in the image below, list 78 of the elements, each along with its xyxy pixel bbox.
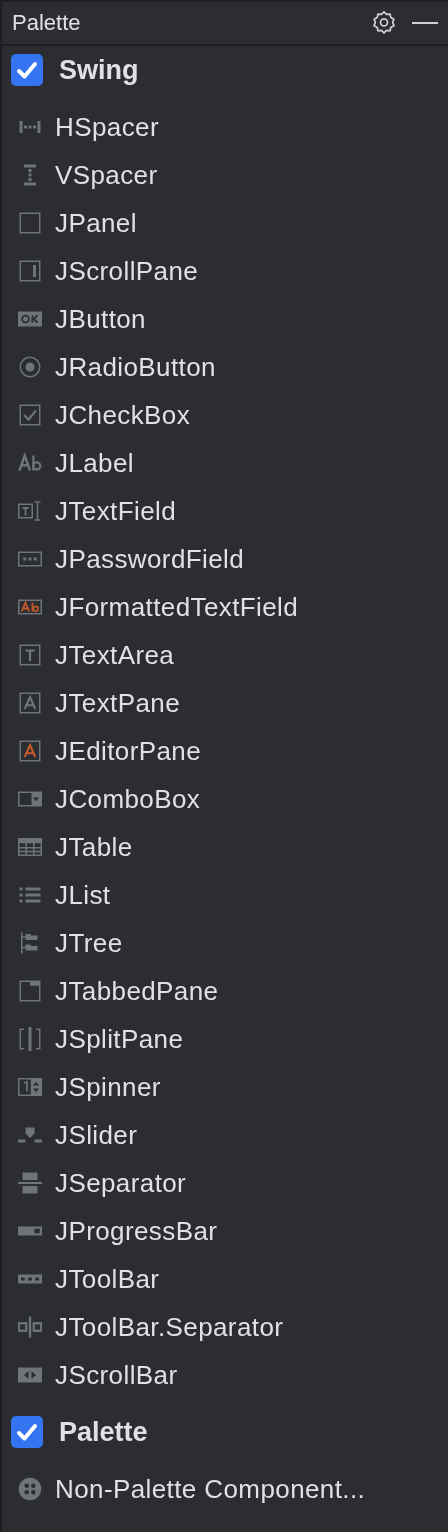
- palette-item[interactable]: JCheckBox: [2, 391, 448, 439]
- group-title[interactable]: Swing: [59, 54, 139, 86]
- palette-item[interactable]: JTextArea: [2, 631, 448, 679]
- item-label: VSpacer: [55, 159, 158, 191]
- item-label: JComboBox: [55, 783, 201, 815]
- palette-item[interactable]: JPasswordField: [2, 535, 448, 583]
- table-icon: [18, 835, 42, 859]
- item-label: JProgressBar: [55, 1215, 218, 1247]
- item-label: JRadioButton: [55, 351, 216, 383]
- item-label: JScrollBar: [55, 1359, 178, 1391]
- group-title[interactable]: Palette: [59, 1416, 148, 1448]
- split-pane-icon: [18, 1027, 42, 1051]
- item-label: JScrollPane: [55, 255, 199, 287]
- item-label: JTable: [55, 831, 133, 863]
- palette-item[interactable]: JScrollPane: [2, 247, 448, 295]
- palette-item[interactable]: JProgressBar: [2, 1207, 448, 1255]
- item-label: Non-Palette Component...: [55, 1473, 366, 1505]
- palette-item[interactable]: JToolBar: [2, 1255, 448, 1303]
- item-label: JPasswordField: [55, 543, 245, 575]
- palette-item[interactable]: JEditorPane: [2, 727, 448, 775]
- palette-item[interactable]: JSeparator: [2, 1159, 448, 1207]
- square-icon: [18, 211, 42, 235]
- settings-icon[interactable]: [370, 9, 398, 37]
- palette-item[interactable]: JTabbedPane: [2, 967, 448, 1015]
- item-label: JLabel: [55, 447, 135, 479]
- item-label: JToolBar.Separator: [55, 1311, 284, 1343]
- spinner-icon: [18, 1075, 42, 1099]
- palette-item[interactable]: JToolBar.Separator: [2, 1303, 448, 1351]
- item-label: HSpacer: [55, 111, 159, 143]
- tabbed-pane-icon: [18, 979, 42, 1003]
- editor-pane-icon: [18, 739, 42, 763]
- palette-item[interactable]: JSplitPane: [2, 1015, 448, 1063]
- palette-item[interactable]: JTextField: [2, 487, 448, 535]
- palette-item[interactable]: VSpacer: [2, 151, 448, 199]
- dots-circle-icon: [18, 1477, 42, 1501]
- item-label: JTree: [55, 927, 123, 959]
- palette-item[interactable]: JList: [2, 871, 448, 919]
- palette-item[interactable]: JComboBox: [2, 775, 448, 823]
- item-label: JSeparator: [55, 1167, 187, 1199]
- palette-item[interactable]: JPanel: [2, 199, 448, 247]
- text-pane-icon: [18, 691, 42, 715]
- item-label: JTextArea: [55, 639, 175, 671]
- palette-item[interactable]: JTextPane: [2, 679, 448, 727]
- palette-item[interactable]: JSlider: [2, 1111, 448, 1159]
- text-area-icon: [18, 643, 42, 667]
- separator-icon: [18, 1171, 42, 1195]
- item-label: JTabbedPane: [55, 975, 219, 1007]
- group-checkbox[interactable]: [11, 54, 43, 86]
- scroll-pane-icon: [18, 259, 42, 283]
- item-label: JTextField: [55, 495, 177, 527]
- panel-title: Palette: [12, 10, 81, 36]
- item-label: JFormattedTextField: [55, 591, 299, 623]
- toolbar-separator-icon: [18, 1315, 42, 1339]
- item-label: JCheckBox: [55, 399, 191, 431]
- palette-item[interactable]: JScrollBar: [2, 1351, 448, 1399]
- palette-item[interactable]: JFormattedTextField: [2, 583, 448, 631]
- palette-item[interactable]: HSpacer: [2, 103, 448, 151]
- item-label: JSpinner: [55, 1071, 161, 1103]
- palette-item[interactable]: JRadioButton: [2, 343, 448, 391]
- item-label: JList: [55, 879, 111, 911]
- palette-item[interactable]: JButton: [2, 295, 448, 343]
- item-label: JPanel: [55, 207, 137, 239]
- palette-item[interactable]: JLabel: [2, 439, 448, 487]
- palette-item[interactable]: JSpinner: [2, 1063, 448, 1111]
- item-label: JSlider: [55, 1119, 138, 1151]
- radio-icon: [18, 355, 42, 379]
- item-label: JSplitPane: [55, 1023, 184, 1055]
- item-label: JToolBar: [55, 1263, 160, 1295]
- palette-item[interactable]: JTree: [2, 919, 448, 967]
- palette-item[interactable]: JTable: [2, 823, 448, 871]
- item-label: JTextPane: [55, 687, 180, 719]
- minimize-icon[interactable]: [412, 21, 438, 25]
- group-checkbox[interactable]: [11, 1416, 43, 1448]
- text-field-icon: [18, 499, 42, 523]
- item-label: JButton: [55, 303, 146, 335]
- palette-item[interactable]: Non-Palette Component...: [2, 1465, 448, 1513]
- item-label: JEditorPane: [55, 735, 202, 767]
- checkbox-icon: [18, 403, 42, 427]
